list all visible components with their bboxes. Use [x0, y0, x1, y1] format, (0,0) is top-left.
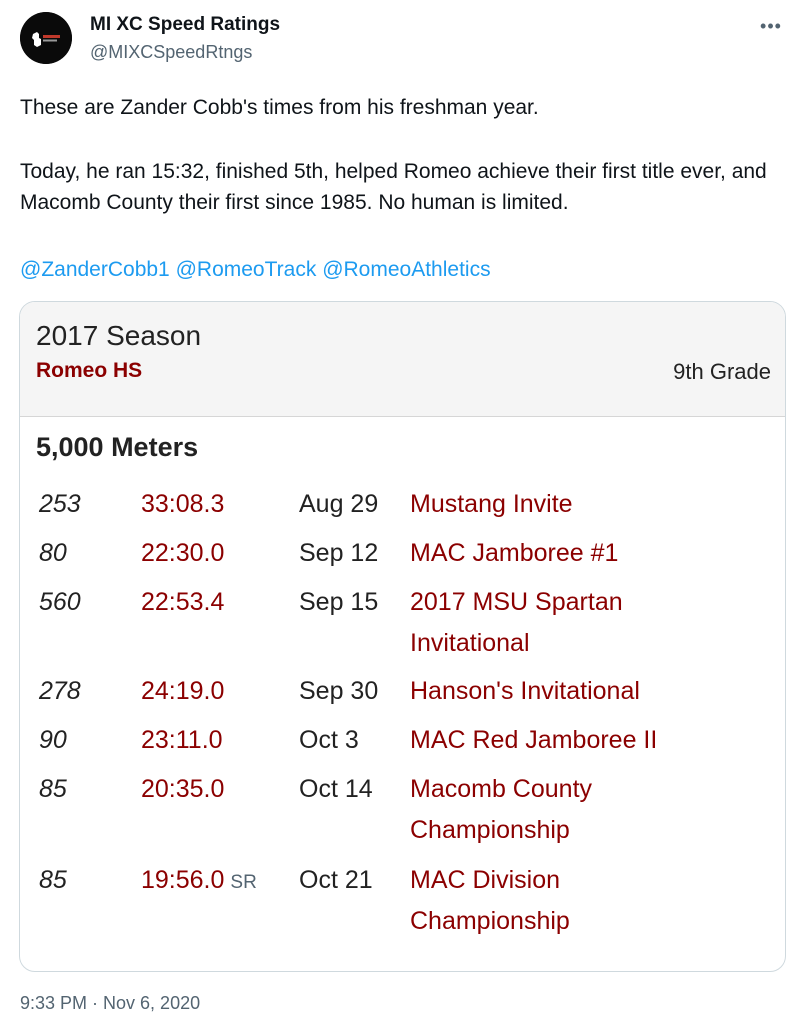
author-name[interactable]: MI XC Speed Ratings — [90, 14, 280, 36]
result-time: 19:56.0 SR — [141, 866, 257, 894]
result-time: 20:35.0 — [141, 775, 225, 803]
tweet-timestamp[interactable]: 9:33 PM · Nov 6, 2020 — [20, 993, 200, 1014]
meet-link[interactable]: Hanson's Invitational — [410, 671, 710, 712]
meet-link[interactable]: MAC Jamboree #1 — [410, 533, 710, 574]
result-time: 22:53.4 — [141, 588, 225, 616]
tweet-paragraph: These are Zander Cobb's times from his f… — [20, 96, 539, 119]
season-title: 2017 Season — [36, 320, 202, 351]
result-rank: 90 — [39, 726, 67, 754]
mention-link[interactable]: @RomeoAthletics — [322, 258, 490, 281]
meet-link[interactable]: MAC Division Championship — [410, 860, 710, 942]
result-rank: 278 — [39, 677, 81, 705]
result-date: Sep 15 — [299, 588, 379, 616]
more-icon[interactable]: ••• — [756, 14, 786, 38]
result-date: Aug 29 — [299, 490, 379, 518]
result-date: Sep 30 — [299, 677, 379, 705]
result-rank: 85 — [39, 775, 67, 803]
result-time: 24:19.0 — [141, 677, 225, 705]
author-handle[interactable]: @MIXCSpeedRtngs — [90, 42, 252, 63]
meet-link[interactable]: 2017 MSU Spartan Invitational — [410, 582, 710, 664]
michigan-logo-icon — [20, 12, 72, 64]
mention-link[interactable]: @ZanderCobb1 — [20, 258, 170, 281]
result-rank: 253 — [39, 490, 81, 518]
result-rank: 85 — [39, 866, 67, 894]
result-time: 22:30.0 — [141, 539, 225, 567]
results-card[interactable]: 2017 Season Romeo HS 9th Grade 5,000 Met… — [19, 301, 786, 972]
result-date: Oct 3 — [299, 726, 359, 754]
meet-link[interactable]: Macomb County Championship — [410, 769, 710, 851]
mention-link[interactable]: @RomeoTrack — [176, 258, 317, 281]
result-time: 33:08.3 — [141, 490, 225, 518]
event-title: 5,000 Meters — [36, 432, 199, 462]
mentions: @ZanderCobb1 @RomeoTrack @RomeoAthletics — [20, 254, 491, 285]
result-time: 23:11.0 — [141, 726, 223, 754]
result-rank: 560 — [39, 588, 81, 616]
avatar[interactable] — [20, 12, 72, 64]
result-rank: 80 — [39, 539, 67, 567]
grade-label: 9th Grade — [673, 359, 771, 384]
meet-link[interactable]: MAC Red Jamboree II — [410, 720, 710, 761]
meet-link[interactable]: Mustang Invite — [410, 484, 710, 525]
result-date: Sep 12 — [299, 539, 379, 567]
result-date: Oct 21 — [299, 866, 373, 894]
tweet-paragraph: Today, he ran 15:32, finished 5th, helpe… — [20, 160, 767, 214]
card-header: 2017 Season Romeo HS 9th Grade — [20, 302, 785, 417]
result-badge: SR — [230, 872, 257, 893]
result-date: Oct 14 — [299, 775, 373, 803]
tweet-header: MI XC Speed Ratings @MIXCSpeedRtngs ••• — [20, 12, 790, 68]
school-name: Romeo HS — [36, 359, 143, 382]
